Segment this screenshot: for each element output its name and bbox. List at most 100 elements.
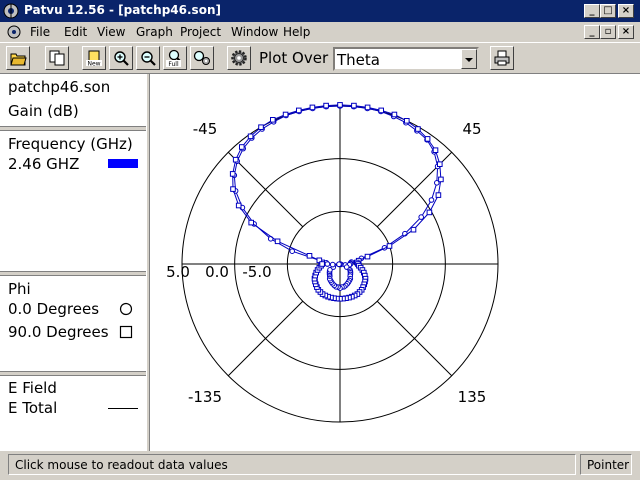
zoom-full-icon: Full	[166, 49, 181, 67]
copy-icon	[49, 50, 65, 66]
gear-icon	[231, 50, 247, 66]
frequency-header: Frequency (GHz)	[8, 135, 133, 153]
data-point-square	[248, 219, 255, 226]
phi-item-0: 0.0 Degrees	[8, 300, 100, 318]
new-button[interactable]: New	[82, 46, 106, 70]
open-folder-icon	[10, 53, 27, 66]
data-point-square	[364, 253, 371, 260]
grid-diagonal	[376, 300, 453, 377]
data-point-square	[230, 186, 236, 192]
polar-plot[interactable]: -45 45 -135 135 5.0 0.0 -5.0	[150, 74, 640, 451]
menu-view[interactable]: View	[97, 25, 125, 39]
data-point-square	[410, 226, 417, 233]
data-point-square	[378, 107, 384, 114]
menu-file[interactable]: File	[30, 25, 50, 39]
data-point-square	[247, 133, 254, 140]
settings-button[interactable]	[227, 46, 251, 70]
maximize-button[interactable]: □	[600, 4, 616, 18]
title-bar: Patvu 12.56 - [patchp46.son] _ □ ×	[0, 0, 640, 22]
data-point-circle	[289, 248, 295, 254]
zoom-gear-icon	[193, 50, 210, 65]
zoom-out-icon	[141, 51, 156, 66]
field-item: E Total	[8, 399, 58, 417]
field-header: E Field	[8, 379, 57, 397]
data-point-square	[435, 192, 442, 198]
zoom-full-button[interactable]: Full	[163, 46, 187, 70]
panel-divider	[0, 371, 146, 376]
data-point-square	[391, 111, 398, 118]
printer-icon	[494, 50, 510, 66]
grid-diagonal	[227, 300, 304, 377]
data-point-square	[426, 209, 433, 216]
circle-marker-icon	[119, 302, 133, 316]
frequency-value: 2.46 GHZ	[8, 155, 80, 173]
child-restore-button[interactable]: ▫	[600, 25, 616, 39]
data-point-square	[386, 243, 393, 249]
zoom-out-button[interactable]	[136, 46, 160, 70]
data-point-square	[351, 102, 357, 109]
line-style-swatch	[108, 408, 138, 409]
info-panel: patchp46.son Gain (dB) Frequency (GHz) 2…	[0, 74, 146, 451]
plot-area[interactable]: -45 45 -135 135 5.0 0.0 -5.0	[150, 74, 640, 451]
angle-label: -135	[188, 388, 222, 406]
status-message: Click mouse to readout data values	[8, 454, 576, 475]
data-point-square	[437, 161, 443, 168]
data-point-square	[424, 136, 431, 142]
data-point-circle	[324, 261, 331, 267]
menu-project[interactable]: Project	[180, 25, 221, 39]
child-close-button[interactable]: ×	[618, 25, 634, 39]
grid-diagonal	[227, 151, 304, 228]
panel-divider	[0, 271, 146, 276]
chevron-down-icon	[465, 58, 473, 62]
data-point-square	[239, 144, 245, 150]
data-point-square	[235, 202, 242, 209]
data-point-square	[364, 104, 371, 111]
quantity-label: Gain (dB)	[8, 102, 79, 120]
data-point-circle	[336, 261, 342, 267]
angle-label: 135	[458, 388, 487, 406]
zoom-options-button[interactable]	[190, 46, 214, 70]
data-point-circle	[329, 261, 336, 268]
data-point-square	[404, 118, 410, 124]
square-marker-icon	[119, 325, 133, 339]
radial-label: 5.0	[166, 263, 190, 281]
data-point-circle	[428, 197, 435, 203]
dropdown-arrow[interactable]	[461, 49, 477, 69]
status-mode: Pointer	[580, 454, 632, 475]
close-button[interactable]: ×	[618, 4, 634, 18]
child-minimize-button[interactable]: _	[584, 25, 600, 39]
svg-text:Full: Full	[168, 61, 179, 67]
menu-help[interactable]: Help	[283, 25, 310, 39]
menu-graph[interactable]: Graph	[136, 25, 173, 39]
data-point-square	[270, 117, 276, 123]
radial-label: 0.0	[205, 263, 229, 281]
frequency-color-swatch	[108, 159, 138, 168]
radial-label: -5.0	[242, 263, 271, 281]
phi-item-1: 90.0 Degrees	[8, 323, 109, 341]
data-point-square	[258, 124, 264, 131]
data-point-square	[232, 156, 239, 163]
window-title: Patvu 12.56 - [patchp46.son]	[24, 3, 221, 17]
data-point-square	[438, 176, 444, 183]
new-icon: New	[86, 50, 102, 68]
status-bar: Click mouse to readout data values Point…	[0, 451, 640, 480]
app-icon	[3, 3, 19, 19]
svg-text:New: New	[87, 61, 100, 68]
print-button[interactable]	[490, 46, 514, 70]
minimize-button[interactable]: _	[584, 4, 600, 18]
open-button[interactable]	[6, 46, 30, 70]
panel-divider	[0, 126, 146, 131]
data-point-square	[282, 111, 289, 118]
data-point-square	[309, 104, 316, 111]
menu-edit[interactable]: Edit	[64, 25, 87, 39]
phi-header: Phi	[8, 280, 31, 298]
copy-button[interactable]	[45, 46, 69, 70]
plot-over-select[interactable]: Theta	[333, 47, 479, 71]
menu-window[interactable]: Window	[231, 25, 278, 39]
menu-bar	[0, 22, 640, 42]
file-name: patchp46.son	[8, 78, 111, 96]
plot-over-value: Theta	[337, 51, 380, 69]
data-point-square	[323, 102, 329, 109]
zoom-in-button[interactable]	[109, 46, 133, 70]
document-icon[interactable]	[6, 24, 22, 40]
